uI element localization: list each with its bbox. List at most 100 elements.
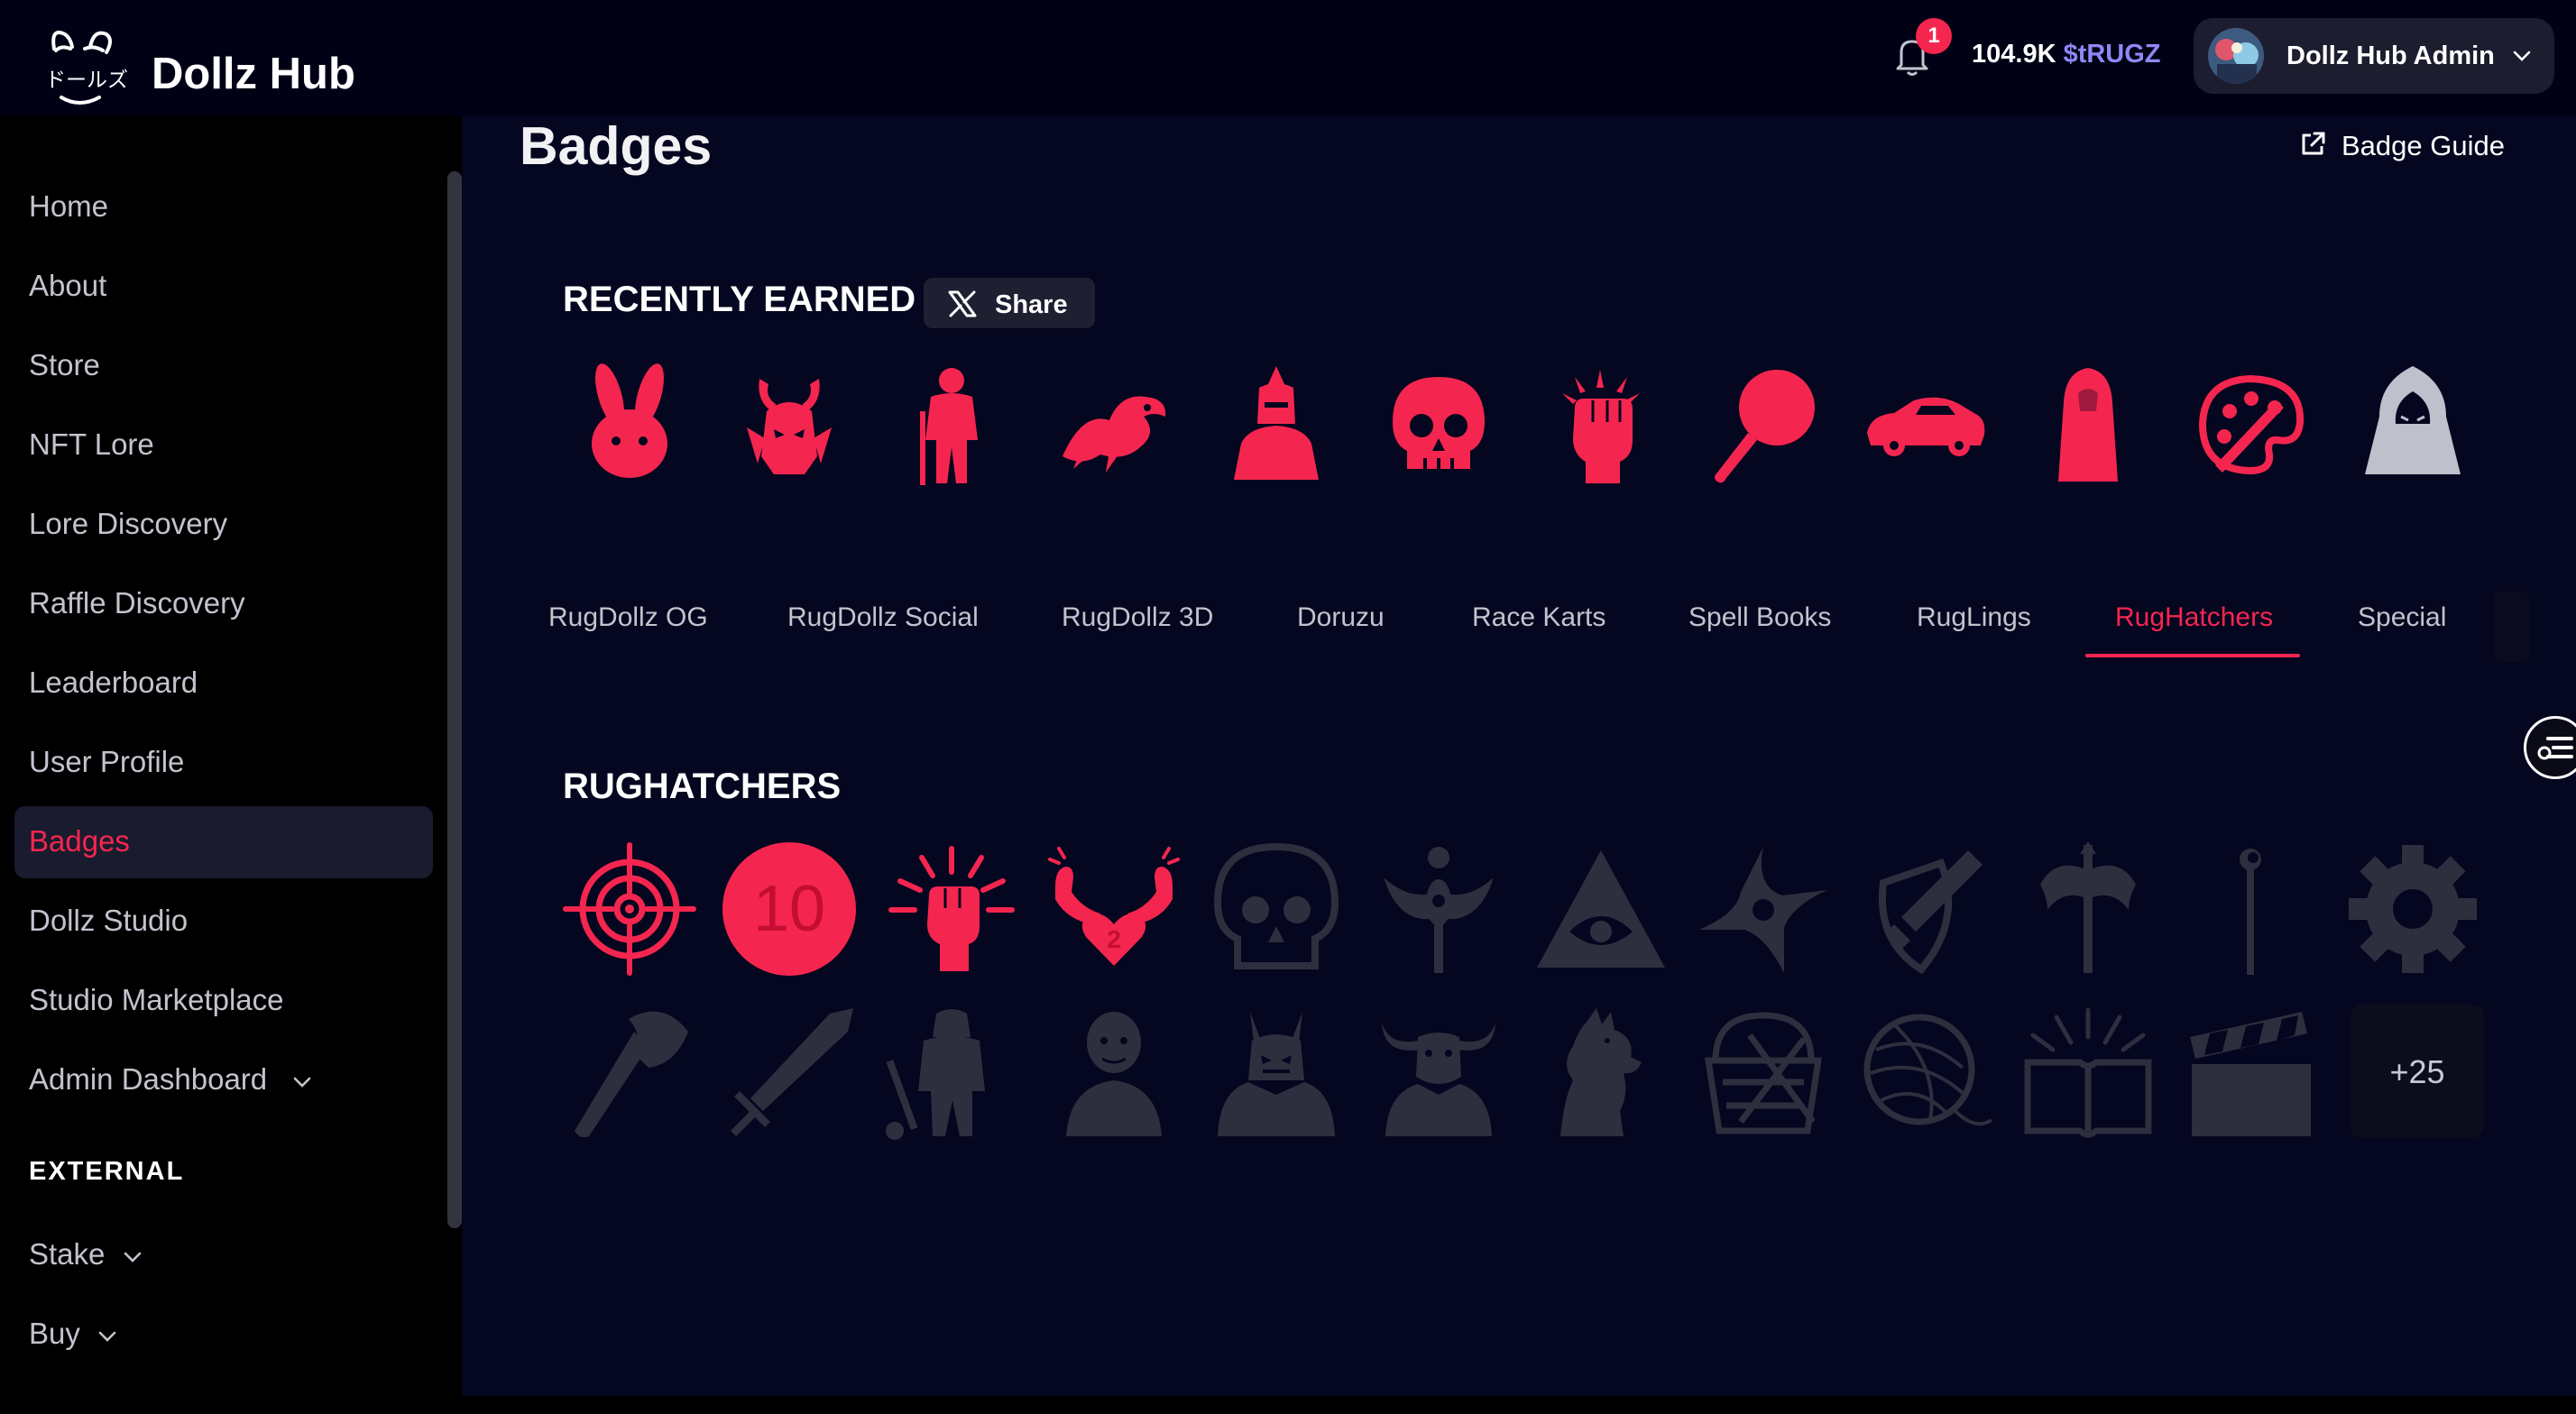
bottom-strip (0, 1396, 2576, 1414)
balance-amount: 104.9K (1972, 40, 2056, 69)
sidebar-scrollbar[interactable] (447, 171, 462, 1228)
skull-badge-icon (1209, 841, 1344, 977)
sidebar-item-studio-marketplace[interactable]: Studio Marketplace (14, 965, 433, 1037)
sidebar-item-buy[interactable]: Buy (14, 1299, 433, 1371)
tab-scroll-fade (2493, 592, 2529, 662)
notification-count-badge: 1 (1916, 18, 1952, 54)
sidebar-item-label: Badges (29, 824, 130, 858)
tab-race-karts[interactable]: Race Karts (1472, 602, 1605, 633)
badge-guide-label: Badge Guide (2341, 130, 2505, 161)
top-bar (0, 0, 2576, 115)
orc-warrior-badge-icon (884, 1005, 1019, 1140)
frying-pan-badge-icon[interactable] (1696, 357, 1831, 492)
sidebar-item-store[interactable]: Store (14, 330, 433, 402)
sidebar-item-about[interactable]: About (14, 251, 433, 323)
tab-spell-books[interactable]: Spell Books (1688, 602, 1831, 633)
sidebar-item-leaderboard[interactable]: Leaderboard (14, 647, 433, 720)
sword-badge-icon (722, 1005, 857, 1140)
avatar (2208, 28, 2264, 84)
share-button[interactable]: Share (924, 278, 1095, 328)
sidebar-item-label: Stake (29, 1237, 106, 1271)
shield-sword-badge-icon (1858, 841, 1993, 977)
sidebar-item-stake[interactable]: Stake (14, 1219, 433, 1291)
tab-rughatchers[interactable]: RugHatchers (2115, 602, 2273, 633)
recently-earned-title: RECENTLY EARNED (563, 280, 916, 319)
sidebar-item-label: Lore Discovery (29, 507, 228, 540)
sidebar-item-nft-lore[interactable]: NFT Lore (14, 409, 433, 482)
tab-rugdollz-3d[interactable]: RugDollz 3D (1062, 602, 1213, 633)
sidebar-item-label: Leaderboard (29, 666, 198, 699)
fist-badge-icon[interactable] (1533, 357, 1669, 492)
sidebar-item-home[interactable]: Home (14, 171, 433, 243)
axe-badge-icon (562, 1005, 697, 1140)
winged-idol-badge-icon (1371, 841, 1506, 977)
race-car-badge-icon[interactable] (1858, 357, 1993, 492)
sidebar-item-label: Admin Dashboard (29, 1062, 268, 1096)
external-section-label: EXTERNAL (29, 1157, 185, 1186)
level-10-text: 10 (753, 873, 825, 945)
balance-ticker: $tRUGZ (2063, 40, 2161, 69)
dragon-badge-icon[interactable] (1046, 357, 1182, 492)
open-book-badge-icon (2020, 1005, 2156, 1140)
paint-palette-badge-icon[interactable] (2183, 357, 2318, 492)
sidebar-item-label: Studio Marketplace (29, 983, 284, 1016)
sidebar-item-label: About (29, 269, 107, 302)
raised-fist-badge-icon[interactable] (884, 841, 1019, 977)
sidebar-item-label: Home (29, 189, 109, 223)
ogre-badge-icon (1046, 1005, 1182, 1140)
share-label: Share (995, 290, 1068, 319)
tab-rugdollz-og[interactable]: RugDollz OG (548, 602, 708, 633)
yarn-ball-badge-icon (1858, 1005, 1993, 1140)
tab-special[interactable]: Special (2358, 602, 2446, 633)
horned-beast-badge-icon (1371, 1005, 1506, 1140)
skull-badge-icon[interactable] (1371, 357, 1506, 492)
x-logo-icon (948, 290, 977, 317)
page-title: Badges (520, 116, 713, 176)
chevron-down-icon (98, 1331, 116, 1342)
tab-doruzu[interactable]: Doruzu (1297, 602, 1385, 633)
filter-toggle-icon[interactable] (2524, 716, 2576, 779)
shuriken-badge-icon (1696, 841, 1831, 977)
sidebar-item-label: Store (29, 348, 100, 381)
sidebar-item-label: Buy (29, 1317, 80, 1350)
hooded-figure-badge-icon[interactable] (2020, 357, 2156, 492)
sidebar-item-label: Dollz Studio (29, 904, 189, 937)
user-name: Dollz Hub Admin (2286, 41, 2495, 70)
werewolf-badge-icon (1533, 1005, 1669, 1140)
more-badges-button[interactable]: +25 (2351, 1005, 2484, 1138)
horned-demon-badge-icon[interactable] (722, 357, 857, 492)
sidebar-item-label: User Profile (29, 745, 185, 778)
warrior-badge-icon[interactable] (884, 357, 1019, 492)
bunny-badge-icon[interactable] (562, 357, 697, 492)
token-balance: 104.9K $tRUGZ (1972, 40, 2161, 69)
more-badges-count: +25 (2389, 1053, 2445, 1090)
all-seeing-eye-badge-icon (1533, 841, 1669, 977)
sidebar-item-user-profile[interactable]: User Profile (14, 727, 433, 799)
strong-heart-badge-icon[interactable]: 2 (1046, 841, 1182, 977)
chevron-down-icon (2513, 50, 2531, 61)
sidebar-item-badges[interactable]: Badges (14, 806, 433, 878)
user-menu-button[interactable]: Dollz Hub Admin (2194, 18, 2554, 94)
tab-rugdollz-social[interactable]: RugDollz Social (787, 602, 979, 633)
demon-lord-badge-icon (1209, 1005, 1344, 1140)
hooded-assassin-badge-icon (2345, 357, 2480, 492)
magic-staff-badge-icon (2183, 841, 2318, 977)
battle-axe-double-badge-icon (2020, 841, 2156, 977)
knight-badge-icon[interactable] (1209, 357, 1344, 492)
brand-logo-icon[interactable]: ドールズ (43, 25, 133, 112)
clapperboard-badge-icon (2183, 1005, 2318, 1140)
brand-name[interactable]: Dollz Hub (152, 49, 355, 99)
crosshair-badge-icon[interactable] (562, 841, 697, 977)
level-10-badge-icon[interactable]: 10 (722, 841, 857, 977)
sidebar-item-raffle-discovery[interactable]: Raffle Discovery (14, 568, 433, 640)
sidebar-item-lore-discovery[interactable]: Lore Discovery (14, 489, 433, 561)
tab-ruglings[interactable]: RugLings (1917, 602, 2031, 633)
logo-text: ドールズ (45, 69, 128, 92)
strength-level-text: 2 (1107, 925, 1121, 953)
sidebar-item-admin-dashboard[interactable]: Admin Dashboard (14, 1044, 433, 1116)
sidebar-item-dollz-studio[interactable]: Dollz Studio (14, 886, 433, 958)
sidebar-item-label: NFT Lore (29, 427, 154, 461)
sidebar-item-label: Raffle Discovery (29, 586, 245, 620)
chevron-down-icon (124, 1252, 142, 1262)
gear-badge-icon (2345, 841, 2480, 977)
